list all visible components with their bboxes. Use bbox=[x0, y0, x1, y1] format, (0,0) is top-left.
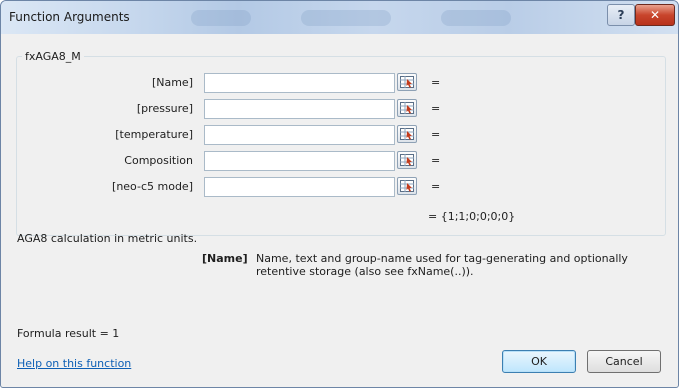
argument-row-pressure: [pressure] = bbox=[8, 99, 668, 119]
range-selector-button[interactable] bbox=[397, 73, 417, 91]
argument-equals: = bbox=[431, 180, 441, 193]
parameter-description: Name, text and group-name used for tag-g… bbox=[256, 252, 628, 278]
range-selector-icon bbox=[400, 128, 414, 140]
argument-input-neo-c5-mode[interactable] bbox=[204, 177, 395, 197]
close-icon: ✕ bbox=[649, 8, 661, 22]
argument-equals: = bbox=[431, 102, 441, 115]
argument-input-temperature[interactable] bbox=[204, 125, 395, 145]
argument-label: [temperature] bbox=[115, 128, 193, 141]
parameter-name: [Name] bbox=[202, 252, 248, 265]
argument-input-pressure[interactable] bbox=[204, 99, 395, 119]
help-on-function-link[interactable]: Help on this function bbox=[17, 357, 131, 370]
help-button[interactable]: ? bbox=[607, 4, 635, 26]
title-bar[interactable]: Function Arguments ? ✕ bbox=[1, 1, 678, 34]
dialog-title: Function Arguments bbox=[9, 10, 130, 24]
help-icon: ? bbox=[617, 8, 625, 22]
range-selector-button[interactable] bbox=[397, 125, 417, 143]
range-selector-button[interactable] bbox=[397, 99, 417, 117]
close-button[interactable]: ✕ bbox=[635, 4, 675, 26]
dialog-body: fxAGA8_M [Name] = [pressure] = [temperat… bbox=[8, 34, 670, 380]
range-selector-icon bbox=[400, 154, 414, 166]
formula-result: Formula result = 1 bbox=[17, 327, 120, 340]
argument-label: [Name] bbox=[151, 76, 193, 89]
argument-input-name[interactable] bbox=[204, 73, 395, 93]
argument-equals: = bbox=[431, 128, 441, 141]
argument-row-name: [Name] = bbox=[8, 73, 668, 93]
argument-input-composition[interactable] bbox=[204, 151, 395, 171]
function-arguments-dialog: Function Arguments ? ✕ fxAGA8_M [Name] = bbox=[0, 0, 679, 388]
argument-row-temperature: [temperature] = bbox=[8, 125, 668, 145]
range-selector-button[interactable] bbox=[397, 177, 417, 195]
cancel-button[interactable]: Cancel bbox=[587, 350, 661, 373]
argument-label: Composition bbox=[124, 154, 193, 167]
ok-button[interactable]: OK bbox=[502, 350, 576, 373]
argument-label: [pressure] bbox=[136, 102, 193, 115]
function-result-preview: = {1;1;0;0;0;0} bbox=[428, 210, 516, 223]
range-selector-button[interactable] bbox=[397, 151, 417, 169]
argument-row-composition: Composition = bbox=[8, 151, 668, 171]
range-selector-icon bbox=[400, 102, 414, 114]
range-selector-icon bbox=[400, 180, 414, 192]
argument-row-neo-c5-mode: [neo-c5 mode] = bbox=[8, 177, 668, 197]
argument-equals: = bbox=[431, 76, 441, 89]
function-description: AGA8 calculation in metric units. bbox=[17, 232, 198, 245]
argument-label: [neo-c5 mode] bbox=[112, 180, 193, 193]
range-selector-icon bbox=[400, 76, 414, 88]
argument-equals: = bbox=[431, 154, 441, 167]
function-name: fxAGA8_M bbox=[22, 50, 84, 63]
